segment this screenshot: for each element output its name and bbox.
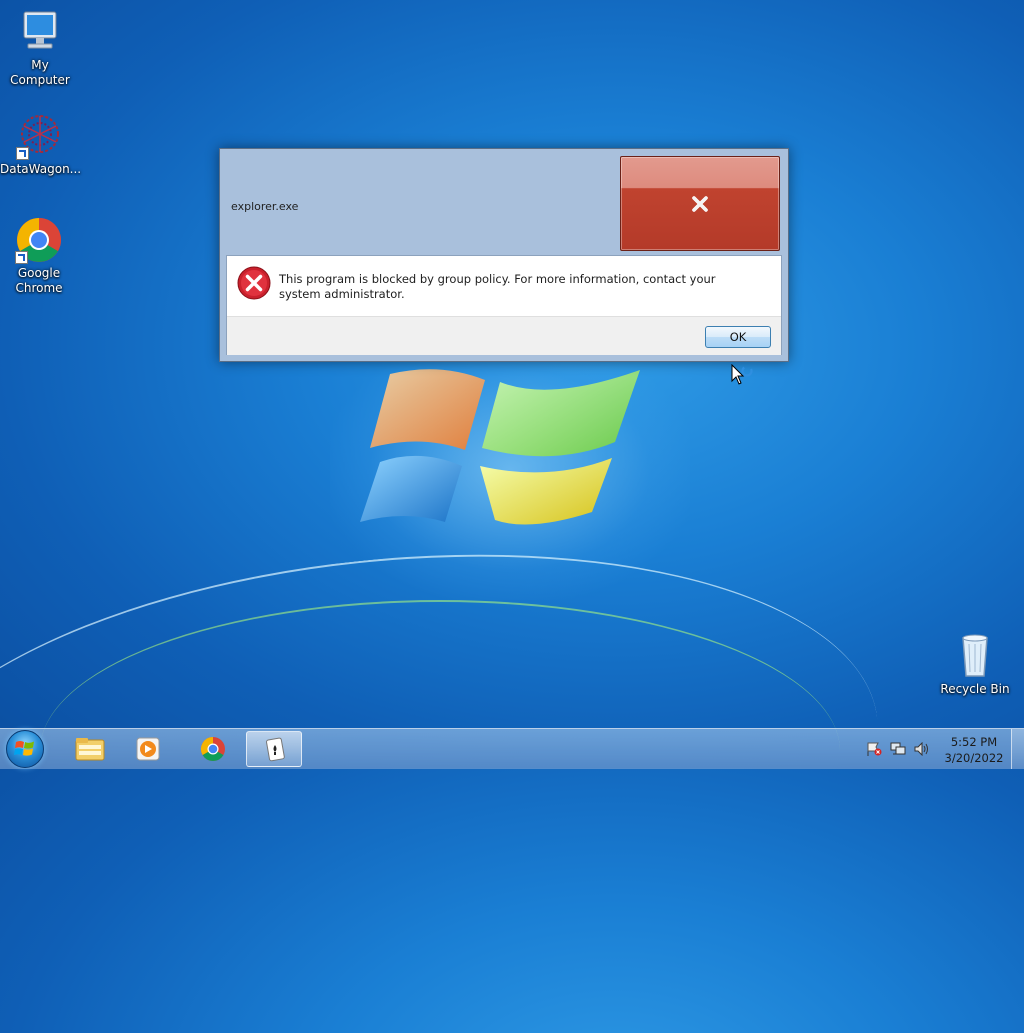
taskbar-clock[interactable]: 5:52 PM 3/20/2022 [940,734,1008,766]
chrome-icon [200,737,225,762]
taskbar-file-explorer[interactable] [62,731,118,767]
desktop-icon-recycle-bin[interactable]: Recycle Bin [936,632,1014,697]
dialog-body: This program is blocked by group policy.… [226,255,782,355]
volume-icon[interactable] [914,742,930,756]
clock-time: 5:52 PM [950,735,998,749]
error-dialog: explorer.exe This program is blocked by … [219,148,789,362]
dialog-title: explorer.exe [231,200,299,213]
desktop-icon-my-computer[interactable]: My Computer [0,8,80,88]
busy-cursor-icon [731,364,753,385]
desktop-icon-label: My Computer [10,58,70,87]
desktop-icon-label: Recycle Bin [940,682,1010,696]
shortcut-arrow-icon [15,251,28,264]
action-center-flag-icon[interactable] [866,742,882,756]
close-button[interactable] [620,156,780,251]
desktop-icon-google-chrome[interactable]: Google Chrome [0,216,78,296]
start-button[interactable] [6,730,44,768]
network-icon[interactable] [890,742,906,756]
windows-flag-icon [14,741,34,756]
desktop-icon-label: DataWagon... [0,162,82,176]
chrome-icon [15,216,63,264]
taskbar: 5:52 PM 3/20/2022 [0,728,1024,769]
dialog-message: This program is blocked by group policy.… [279,272,716,301]
desktop-icon-datawagon[interactable]: DataWagon... [0,112,82,177]
computer-icon [16,8,64,56]
datawagon-icon [16,112,64,160]
ok-button[interactable]: OK [705,326,771,348]
desktop-icon-label: Google Chrome [15,266,63,295]
taskbar-media-player[interactable] [121,731,177,767]
clock-date: 3/20/2022 [944,751,1004,765]
close-icon [692,196,708,212]
system-tray [862,729,938,769]
media-player-icon [136,737,160,761]
error-icon [237,266,271,300]
file-explorer-icon [75,738,105,761]
solitaire-icon [266,737,285,762]
show-desktop-button[interactable] [1011,729,1024,769]
shortcut-arrow-icon [16,147,29,160]
dialog-button-area: OK [227,316,781,355]
taskbar-chrome[interactable] [185,731,241,767]
recycle-bin-icon [951,632,999,680]
windows-logo-wallpaper [360,369,640,525]
taskbar-solitaire[interactable] [246,731,302,767]
